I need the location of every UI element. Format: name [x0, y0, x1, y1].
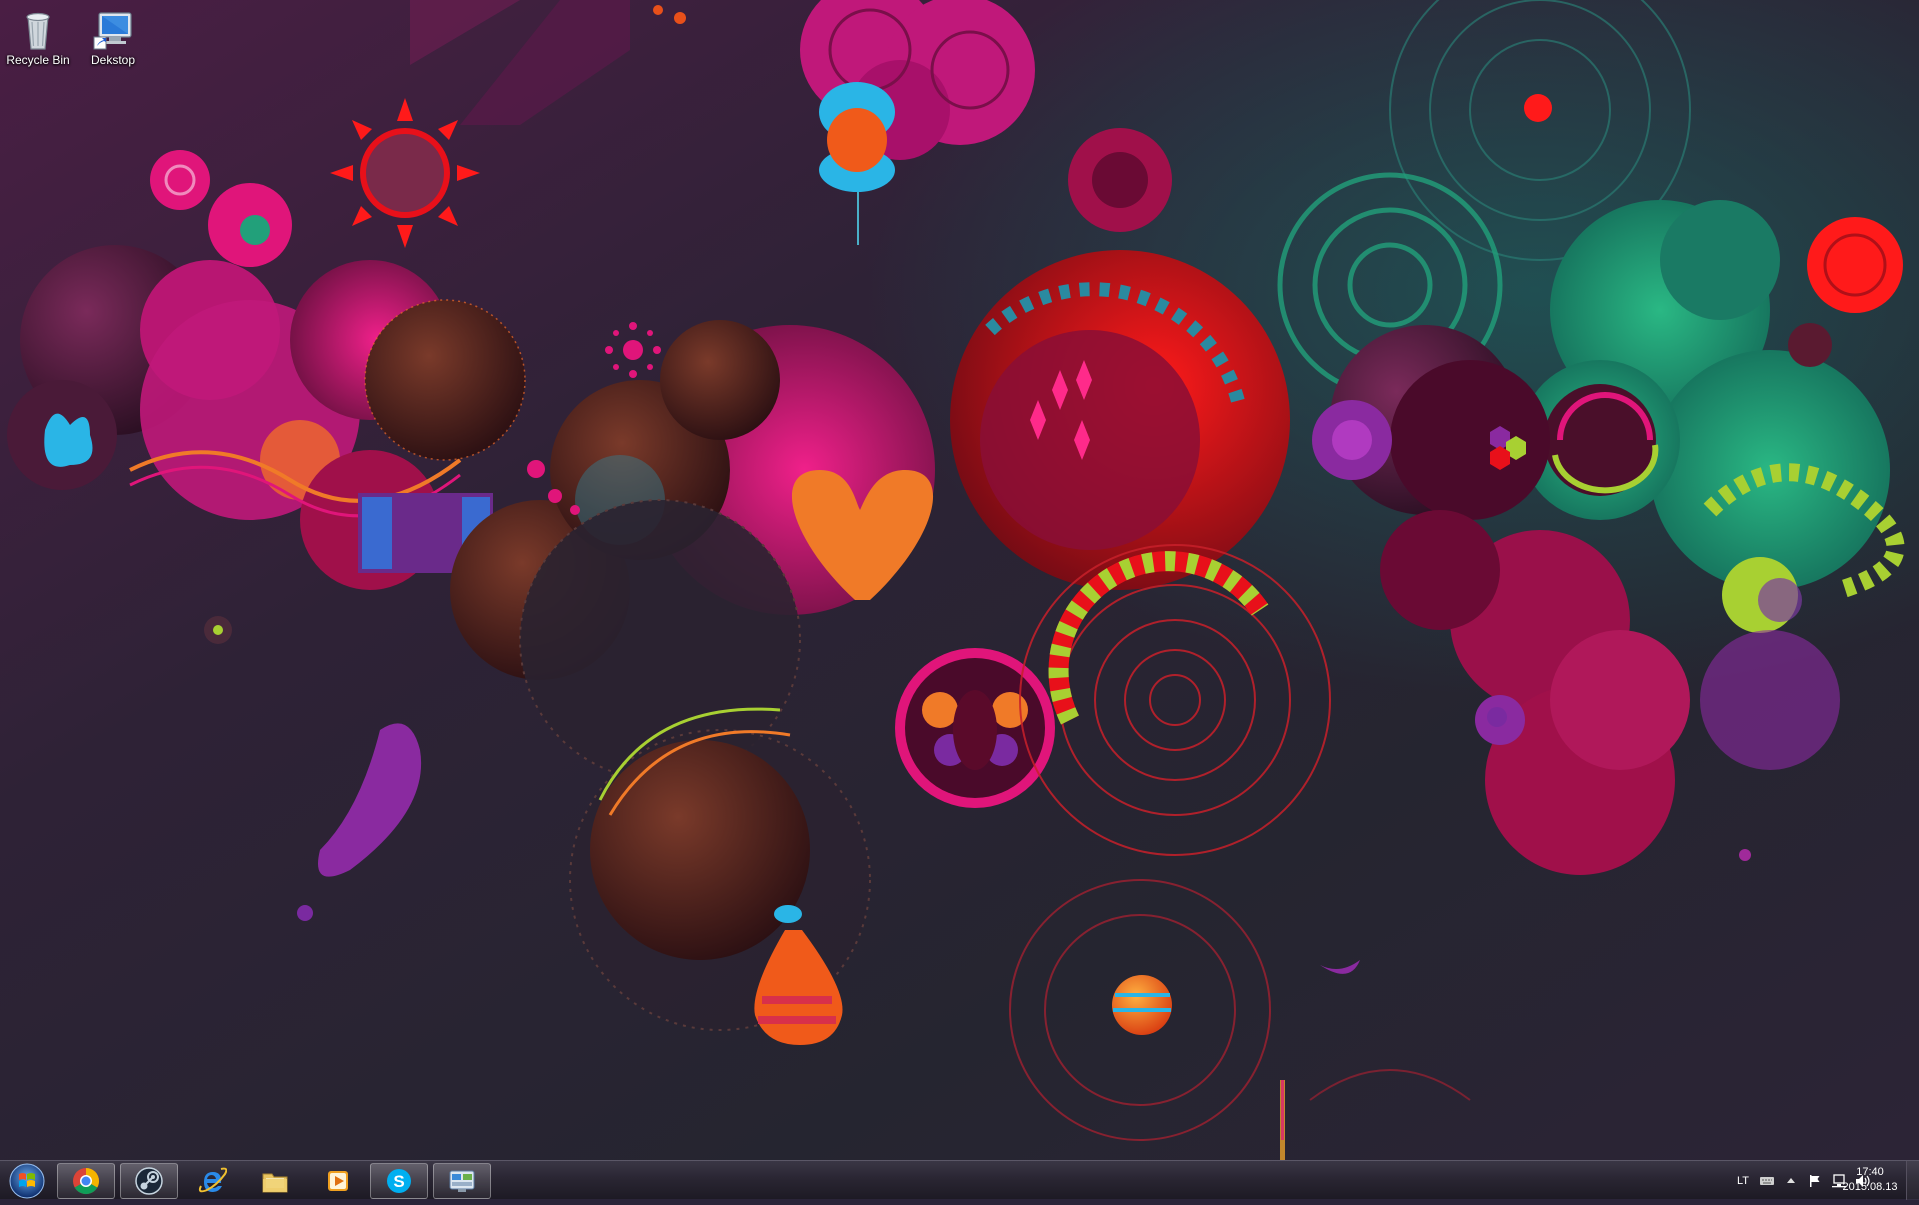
taskbar-button-control-panel[interactable]: [433, 1163, 491, 1199]
steam-icon: [135, 1167, 163, 1195]
action-center-flag-icon[interactable]: [1807, 1173, 1823, 1189]
desktop-icon-label: Recycle Bin: [6, 53, 70, 67]
recycle-bin-icon: [16, 7, 60, 51]
taskbar-button-steam[interactable]: [120, 1163, 178, 1199]
taskbar-button-skype[interactable]: S: [370, 1163, 428, 1199]
windows-start-icon: [9, 1163, 45, 1199]
folder-icon: [262, 1173, 288, 1193]
desktop-icon-dekstop[interactable]: Dekstop: [76, 3, 150, 75]
desktop-icon-label: Dekstop: [90, 53, 136, 67]
skype-icon: S: [387, 1169, 411, 1193]
internet-explorer-icon: [198, 1167, 227, 1193]
desktop[interactable]: Recycle Bin Dekstop: [0, 0, 1919, 1160]
taskbar-button-chrome[interactable]: [57, 1163, 115, 1199]
chrome-icon: [73, 1168, 100, 1195]
keyboard-icon[interactable]: [1759, 1173, 1775, 1189]
system-clock[interactable]: 17:40 2015.08.13: [1831, 1165, 1909, 1195]
clock-date: 2015.08.13: [1842, 1181, 1898, 1193]
clock-time: 17:40: [1856, 1166, 1884, 1178]
wallpaper: [0, 0, 1919, 1160]
show-hidden-icons-arrow[interactable]: [1783, 1173, 1799, 1189]
control-panel-icon: [449, 1170, 475, 1192]
taskbar: S LT 17:40 2015.08.13: [0, 1160, 1919, 1200]
language-indicator[interactable]: LT: [1737, 1175, 1749, 1187]
computer-shortcut-icon: [91, 7, 135, 51]
taskbar-button-windows-explorer[interactable]: [246, 1163, 304, 1199]
show-desktop-button[interactable]: [1906, 1161, 1919, 1200]
desktop-icon-recycle-bin[interactable]: Recycle Bin: [1, 3, 75, 75]
svg-text:S: S: [393, 1172, 404, 1191]
taskbar-button-internet-explorer[interactable]: [183, 1163, 241, 1199]
start-button[interactable]: [4, 1162, 50, 1200]
taskbar-button-media-player[interactable]: [309, 1163, 367, 1199]
media-player-icon: [328, 1171, 348, 1191]
